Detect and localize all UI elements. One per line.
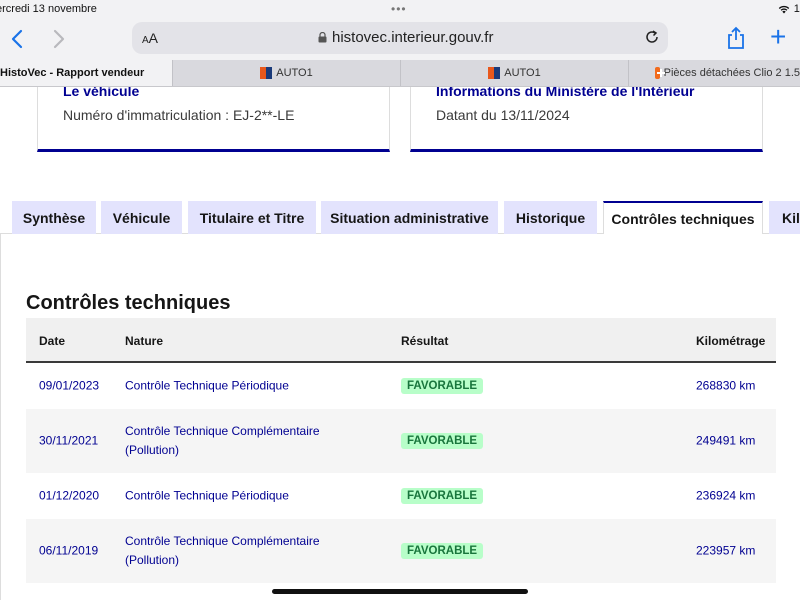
row-date: 30/11/2021: [39, 433, 99, 448]
browser-tab-auto1-a[interactable]: AUTO1: [172, 60, 400, 86]
registration-number: Numéro d'immatriculation : EJ-2**-LE: [63, 107, 295, 123]
home-indicator[interactable]: [272, 589, 528, 594]
controles-panel: Contrôles techniques Date Nature Résulta…: [0, 234, 800, 600]
table-row: 06/11/2019 Contrôle Technique Complément…: [26, 519, 776, 583]
new-tab-button[interactable]: +: [770, 22, 786, 52]
chevron-right-icon: [53, 29, 65, 49]
column-header-nature: Nature: [125, 334, 164, 348]
back-button[interactable]: [4, 26, 30, 52]
browser-tab-auto1-b[interactable]: AUTO1: [400, 60, 628, 86]
status-badge: FAVORABLE: [401, 378, 484, 394]
aa-large: A: [148, 30, 159, 46]
column-header-date: Date: [39, 334, 66, 348]
url-text: histovec.interieur.gouv.fr: [332, 29, 494, 46]
status-badge: FAVORABLE: [401, 543, 484, 559]
browser-tab-clio[interactable]: Pièces détachées Clio 2 1.5: [628, 60, 800, 86]
browser-tab-label: AUTO1: [276, 67, 313, 79]
section-title: Contrôles techniques: [26, 292, 231, 314]
browser-tab-bar: HistoVec - Rapport vendeur AUTO1 AUTO1 P…: [0, 60, 800, 87]
table-row: 09/01/2023 Contrôle Technique Périodique…: [26, 363, 776, 409]
battery-percent: 10: [793, 3, 800, 15]
table-row: 30/11/2021 Contrôle Technique Complément…: [26, 409, 776, 473]
browser-tab-label: Pièces détachées Clio 2 1.5: [663, 67, 800, 79]
row-date: 09/01/2023: [39, 378, 100, 393]
row-km: 223957 km: [696, 543, 756, 558]
column-header-km: Kilométrage: [696, 334, 766, 348]
address-bar[interactable]: AA histovec.interieur.gouv.fr: [132, 22, 668, 54]
status-bar: ercredi 13 novembre ••• 10: [0, 0, 800, 20]
reload-icon[interactable]: [644, 29, 660, 45]
vehicle-card: Le véhicule Numéro d'immatriculation : E…: [37, 87, 390, 152]
row-nature: Contrôle Technique Complémentaire (Pollu…: [125, 424, 320, 457]
card-title: Informations du Ministère de l'Intérieur: [436, 87, 695, 99]
table-header: Date Nature Résultat Kilométrage: [26, 318, 776, 363]
reader-settings-button[interactable]: AA: [142, 30, 158, 46]
browser-tab-histovec[interactable]: HistoVec - Rapport vendeur: [0, 60, 172, 86]
row-nature: Contrôle Technique Complémentaire (Pollu…: [125, 534, 320, 567]
browser-tab-label: AUTO1: [504, 67, 541, 79]
tab-vehicule[interactable]: Véhicule: [101, 201, 182, 234]
tab-kilometrage[interactable]: Kilo: [769, 201, 800, 234]
row-date: 06/11/2019: [39, 543, 99, 558]
auto1-icon: [488, 67, 501, 79]
status-date: ercredi 13 novembre: [0, 3, 97, 15]
ministry-card: Informations du Ministère de l'Intérieur…: [410, 87, 763, 152]
report-date: Datant du 13/11/2024: [436, 107, 570, 123]
status-indicators: 10: [778, 3, 800, 15]
browser-tab-label: HistoVec - Rapport vendeur: [0, 67, 145, 79]
share-icon[interactable]: [726, 26, 746, 50]
wifi-icon: [778, 5, 789, 14]
browser-toolbar: AA histovec.interieur.gouv.fr +: [0, 20, 800, 60]
table-row: 01/12/2020 Contrôle Technique Périodique…: [26, 473, 776, 519]
row-km: 236924 km: [696, 488, 756, 503]
multitasking-dots-icon[interactable]: •••: [391, 2, 407, 16]
tab-situation-administrative[interactable]: Situation administrative: [321, 201, 498, 234]
row-nature: Contrôle Technique Périodique: [125, 378, 289, 393]
tab-historique[interactable]: Historique: [504, 201, 597, 234]
controles-table: Date Nature Résultat Kilométrage 09/01/2…: [26, 318, 776, 583]
status-badge: FAVORABLE: [401, 433, 484, 449]
row-km: 249491 km: [696, 433, 756, 448]
page-content: Le véhicule Numéro d'immatriculation : E…: [0, 87, 800, 600]
report-tabs: Synthèse Véhicule Titulaire et Titre Sit…: [0, 201, 800, 235]
card-title: Le véhicule: [63, 87, 140, 99]
row-date: 01/12/2020: [39, 488, 100, 503]
status-badge: FAVORABLE: [401, 488, 484, 504]
forward-button[interactable]: [46, 26, 72, 52]
aa-small: A: [142, 35, 149, 46]
plus-icon: [655, 67, 665, 79]
tab-controles-techniques[interactable]: Contrôles techniques: [603, 201, 763, 235]
tab-titulaire[interactable]: Titulaire et Titre: [188, 201, 316, 234]
row-km: 268830 km: [696, 378, 756, 393]
chevron-left-icon: [11, 29, 23, 49]
lock-icon: [318, 32, 327, 43]
tab-synthese[interactable]: Synthèse: [12, 201, 96, 234]
column-header-result: Résultat: [401, 334, 449, 348]
row-nature: Contrôle Technique Périodique: [125, 488, 289, 503]
auto1-icon: [260, 67, 273, 79]
